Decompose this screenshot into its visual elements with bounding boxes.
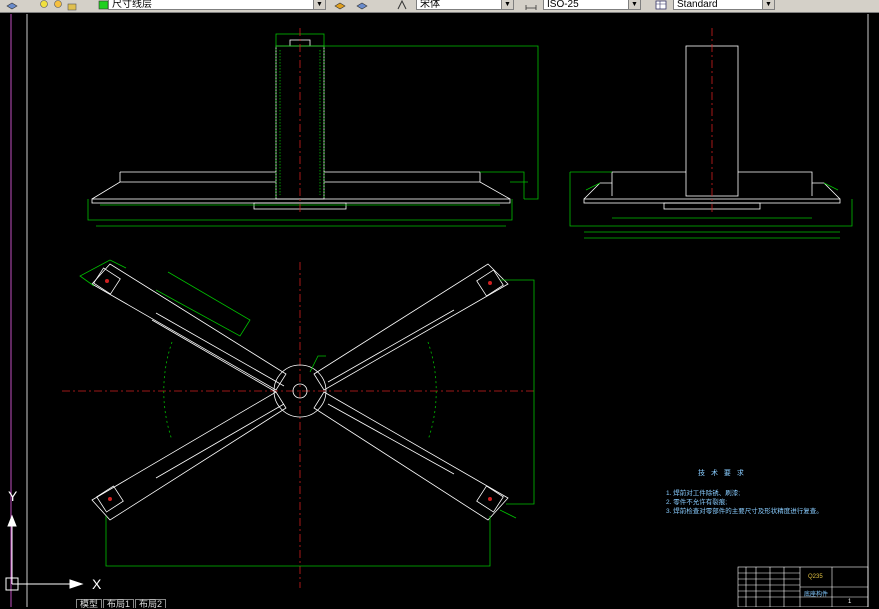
side-view: [569, 28, 853, 239]
title-block-number: 1: [848, 599, 852, 605]
layout-tabs: 模型 布局1 布局2: [76, 599, 167, 609]
title-block-part-name: 底座构件: [804, 592, 829, 598]
technical-requirement-item: 3. 焊前检查对零部件的主要尺寸及形状精度进行复查。: [666, 508, 823, 515]
ucs-x-label: X: [92, 576, 102, 592]
front-view: [87, 28, 539, 227]
top-view: [62, 259, 536, 588]
ucs-y-label: Y: [8, 488, 18, 504]
drawing-canvas[interactable]: [0, 0, 879, 607]
drawing-frame: [26, 14, 869, 607]
title-block-material: Q235: [808, 574, 823, 580]
technical-requirements-title: 技 术 要 求: [698, 470, 746, 477]
ucs-icon: [5, 514, 84, 591]
